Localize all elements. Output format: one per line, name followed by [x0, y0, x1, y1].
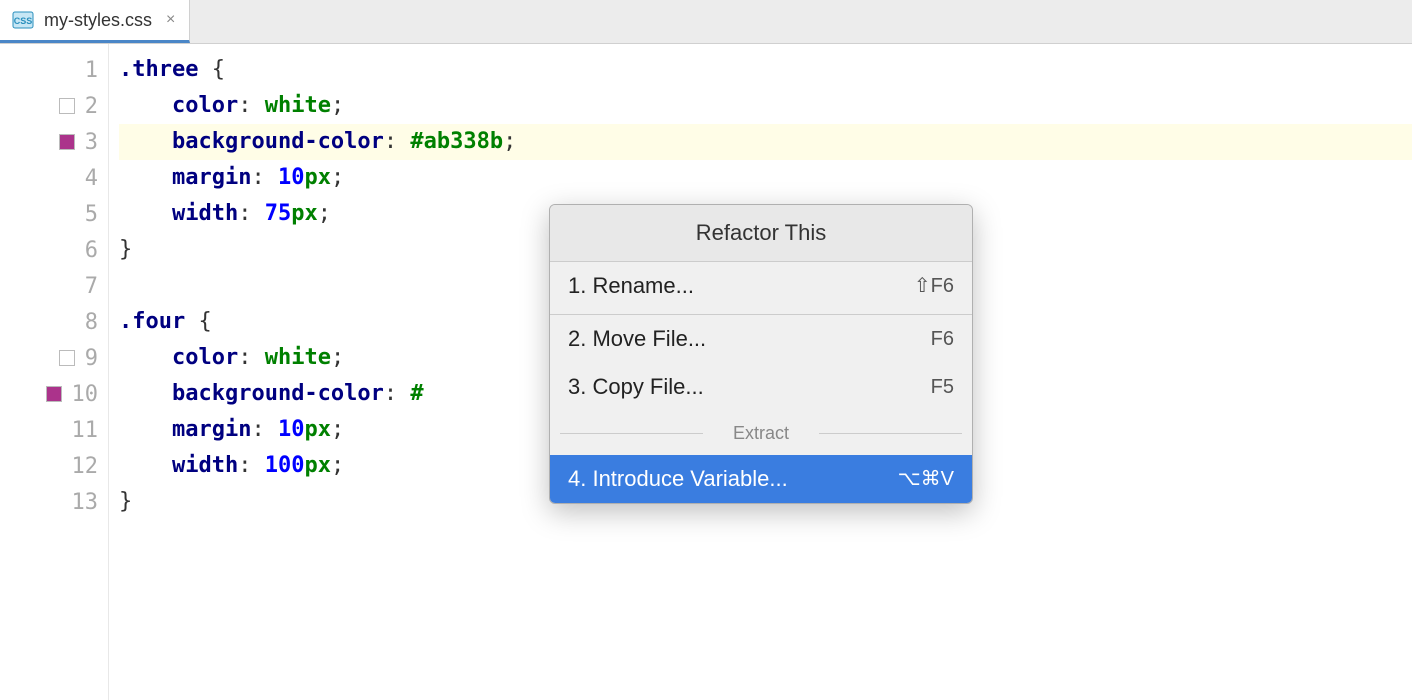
- code-line: .three {: [119, 52, 1412, 88]
- gutter-line: 5: [0, 196, 108, 232]
- tab-bar: CSS my-styles.css ×: [0, 0, 1412, 44]
- color-swatch[interactable]: [59, 134, 75, 150]
- tab-filename: my-styles.css: [44, 10, 152, 31]
- color-swatch[interactable]: [59, 350, 75, 366]
- menu-item-copy-file[interactable]: 3. Copy File... F5: [550, 363, 972, 411]
- editor: 1 2 3 4 5 6 7 8 9 10 11 12 13 .three { c…: [0, 44, 1412, 700]
- menu-item-rename[interactable]: 1. Rename... ⇧F6: [550, 262, 972, 310]
- menu-item-move-file[interactable]: 2. Move File... F6: [550, 315, 972, 363]
- refactor-popup: Refactor This 1. Rename... ⇧F6 2. Move F…: [549, 204, 973, 504]
- code-line-highlighted: background-color: #ab338b;: [119, 124, 1412, 160]
- menu-item-shortcut: F5: [931, 369, 954, 405]
- gutter-line: 9: [0, 340, 108, 376]
- editor-tab[interactable]: CSS my-styles.css ×: [0, 0, 190, 43]
- code-area[interactable]: .three { color: white; background-color:…: [108, 44, 1412, 700]
- close-icon[interactable]: ×: [166, 11, 175, 29]
- menu-item-label: 1. Rename...: [568, 268, 694, 304]
- popup-title: Refactor This: [550, 205, 972, 262]
- menu-item-label: 4. Introduce Variable...: [568, 461, 788, 497]
- gutter: 1 2 3 4 5 6 7 8 9 10 11 12 13: [0, 44, 108, 700]
- color-swatch[interactable]: [59, 98, 75, 114]
- gutter-line: 6: [0, 232, 108, 268]
- gutter-line: 10: [0, 376, 108, 412]
- menu-item-label: 3. Copy File...: [568, 369, 704, 405]
- gutter-line: 8: [0, 304, 108, 340]
- css-file-icon: CSS: [10, 7, 36, 33]
- gutter-line: 3: [0, 124, 108, 160]
- svg-text:CSS: CSS: [14, 16, 33, 26]
- gutter-line: 13: [0, 484, 108, 520]
- code-line: color: white;: [119, 88, 1412, 124]
- gutter-line: 7: [0, 268, 108, 304]
- gutter-line: 2: [0, 88, 108, 124]
- gutter-line: 12: [0, 448, 108, 484]
- gutter-line: 11: [0, 412, 108, 448]
- menu-item-shortcut: ⌥⌘V: [898, 461, 954, 497]
- color-swatch[interactable]: [46, 386, 62, 402]
- menu-item-label: 2. Move File...: [568, 321, 706, 357]
- menu-item-shortcut: ⇧F6: [914, 268, 954, 304]
- menu-item-shortcut: F6: [931, 321, 954, 357]
- code-line: margin: 10px;: [119, 160, 1412, 196]
- popup-section-header: Extract: [550, 411, 972, 455]
- gutter-line: 4: [0, 160, 108, 196]
- menu-item-introduce-variable[interactable]: 4. Introduce Variable... ⌥⌘V: [550, 455, 972, 503]
- gutter-line: 1: [0, 52, 108, 88]
